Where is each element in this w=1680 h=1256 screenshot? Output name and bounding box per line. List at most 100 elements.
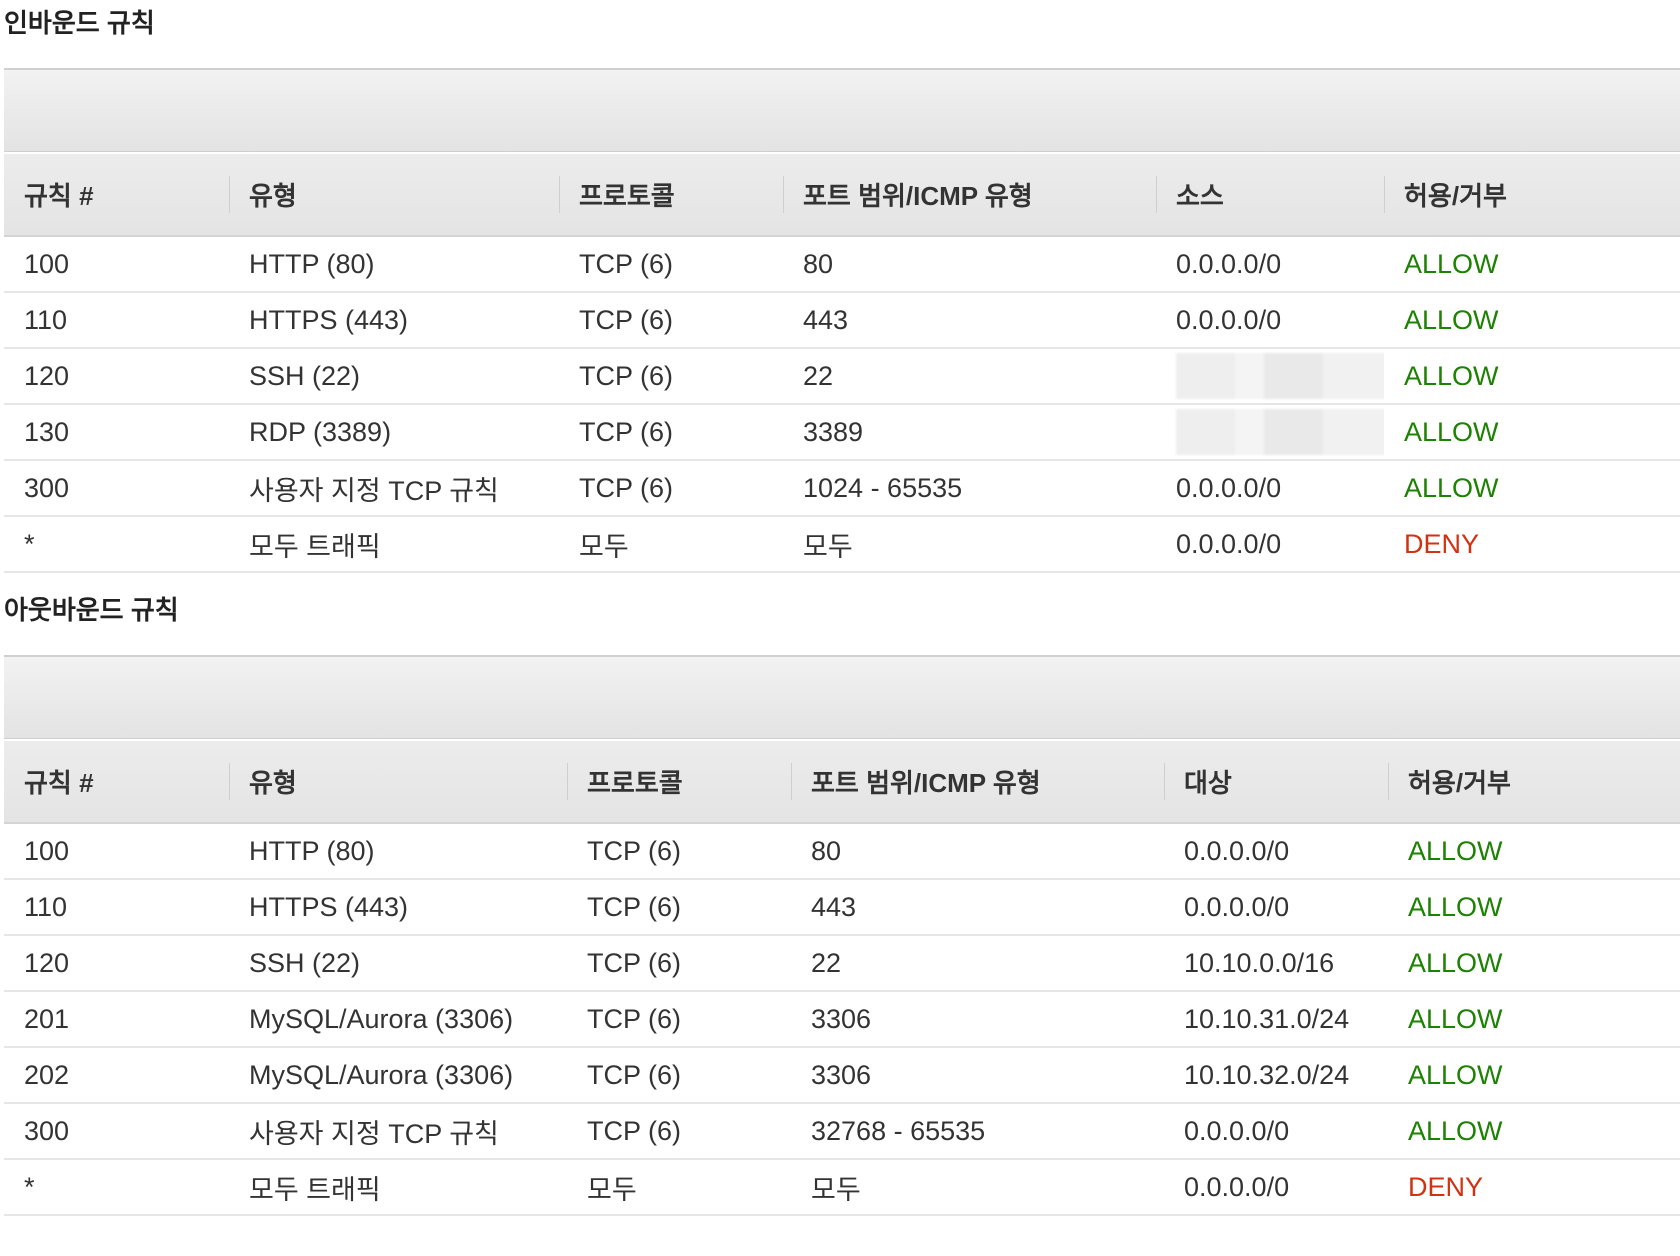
action-cell: DENY	[1384, 516, 1680, 573]
column-header-type[interactable]: 유형	[229, 154, 559, 237]
source-cell	[1156, 348, 1384, 405]
column-header-port-range[interactable]: 포트 범위/ICMP 유형	[791, 741, 1164, 824]
action-cell: ALLOW	[1388, 879, 1680, 936]
type-cell: HTTPS (443)	[229, 292, 559, 349]
column-header-type[interactable]: 유형	[229, 741, 567, 824]
destination-cell: 0.0.0.0/0	[1164, 823, 1388, 880]
type-cell: SSH (22)	[229, 348, 559, 405]
destination-cell: 0.0.0.0/0	[1164, 1159, 1388, 1216]
rule-number-cell: 130	[4, 404, 229, 461]
column-header-label: 유형	[249, 181, 297, 211]
table-row[interactable]: 202 MySQL/Aurora (3306) TCP (6) 3306 10.10.3…	[4, 1047, 1680, 1104]
protocol-cell: TCP (6)	[559, 292, 783, 349]
port-range-cell: 22	[791, 935, 1164, 992]
column-header-label: 포트 범위/ICMP 유형	[803, 181, 1033, 211]
column-separator	[1388, 763, 1389, 800]
rule-number-cell: 120	[4, 348, 229, 405]
protocol-cell: TCP (6)	[567, 1103, 791, 1160]
outbound-title: 아웃바운드 규칙	[4, 595, 179, 625]
rule-number-cell: 201	[4, 991, 229, 1048]
column-header-allow-deny[interactable]: 허용/거부	[1388, 741, 1680, 824]
port-range-cell: 443	[783, 292, 1156, 349]
column-header-label: 소스	[1176, 181, 1224, 211]
table-row[interactable]: * 모두 트래픽 모두 모두 0.0.0.0/0 DENY	[4, 1159, 1680, 1216]
column-header-port-range[interactable]: 포트 범위/ICMP 유형	[783, 154, 1156, 237]
table-row[interactable]: * 모두 트래픽 모두 모두 0.0.0.0/0 DENY	[4, 516, 1680, 573]
destination-cell: 0.0.0.0/0	[1164, 879, 1388, 936]
destination-cell: 10.10.31.0/24	[1164, 991, 1388, 1048]
column-header-rule-number[interactable]: 규칙 #	[4, 741, 229, 824]
table-row[interactable]: 120 SSH (22) TCP (6) 22 ALLOW	[4, 348, 1680, 405]
redacted-address	[1176, 409, 1384, 455]
protocol-cell: TCP (6)	[567, 935, 791, 992]
source-cell	[1156, 404, 1384, 461]
column-separator	[1164, 763, 1165, 800]
column-separator	[559, 176, 560, 213]
column-separator	[1384, 176, 1385, 213]
rule-number-cell: 110	[4, 879, 229, 936]
outbound-section: 아웃바운드 규칙 규칙 # 유형 프로토콜 포트 범위/ICMP 유형 대상 허…	[0, 587, 1680, 1216]
table-row[interactable]: 201 MySQL/Aurora (3306) TCP (6) 3306 10.10.3…	[4, 991, 1680, 1048]
type-cell: MySQL/Aurora (3306)	[229, 991, 567, 1048]
outbound-panel: 규칙 # 유형 프로토콜 포트 범위/ICMP 유형 대상 허용/거부 100 H…	[4, 655, 1680, 1216]
action-cell: ALLOW	[1384, 348, 1680, 405]
table-row[interactable]: 300 사용자 지정 TCP 규칙 TCP (6) 32768 - 65535 0.0.…	[4, 1103, 1680, 1160]
column-header-label: 프로토콜	[579, 181, 675, 211]
rule-number-cell: 120	[4, 935, 229, 992]
outbound-header-row: 규칙 # 유형 프로토콜 포트 범위/ICMP 유형 대상 허용/거부	[4, 741, 1680, 824]
source-cell: 0.0.0.0/0	[1156, 236, 1384, 293]
source-cell: 0.0.0.0/0	[1156, 460, 1384, 517]
port-range-cell: 443	[791, 879, 1164, 936]
column-header-allow-deny[interactable]: 허용/거부	[1384, 154, 1680, 237]
protocol-cell: 모두	[559, 516, 783, 573]
rule-number-cell: 300	[4, 1103, 229, 1160]
rule-number-cell: *	[4, 516, 229, 573]
table-row[interactable]: 120 SSH (22) TCP (6) 22 10.10.0.0/16 ALLOW	[4, 935, 1680, 992]
table-row[interactable]: 300 사용자 지정 TCP 규칙 TCP (6) 1024 - 65535 0.0.0…	[4, 460, 1680, 517]
column-separator	[783, 176, 784, 213]
column-header-protocol[interactable]: 프로토콜	[559, 154, 783, 237]
action-cell: ALLOW	[1388, 991, 1680, 1048]
protocol-cell: TCP (6)	[559, 460, 783, 517]
type-cell: MySQL/Aurora (3306)	[229, 1047, 567, 1104]
column-header-destination[interactable]: 대상	[1164, 741, 1388, 824]
port-range-cell: 32768 - 65535	[791, 1103, 1164, 1160]
type-cell: 모두 트래픽	[229, 1159, 567, 1216]
column-header-label: 허용/거부	[1408, 768, 1511, 798]
action-cell: ALLOW	[1384, 404, 1680, 461]
column-header-protocol[interactable]: 프로토콜	[567, 741, 791, 824]
protocol-cell: TCP (6)	[567, 1047, 791, 1104]
action-cell: ALLOW	[1384, 460, 1680, 517]
protocol-cell: TCP (6)	[567, 991, 791, 1048]
type-cell: 사용자 지정 TCP 규칙	[229, 460, 559, 517]
type-cell: 사용자 지정 TCP 규칙	[229, 1103, 567, 1160]
inbound-title: 인바운드 규칙	[4, 8, 155, 38]
protocol-cell: TCP (6)	[559, 236, 783, 293]
column-separator	[229, 763, 230, 800]
rule-number-cell: 110	[4, 292, 229, 349]
port-range-cell: 3306	[791, 991, 1164, 1048]
rule-number-cell: 300	[4, 460, 229, 517]
column-header-label: 허용/거부	[1404, 181, 1507, 211]
action-cell: ALLOW	[1388, 1103, 1680, 1160]
inbound-section: 인바운드 규칙 규칙 # 유형 프로토콜 포트 범위/ICMP 유형 소스 허용…	[0, 0, 1680, 573]
rule-number-cell: *	[4, 1159, 229, 1216]
table-row[interactable]: 110 HTTPS (443) TCP (6) 443 0.0.0.0/0 ALLOW	[4, 879, 1680, 936]
port-range-cell: 3389	[783, 404, 1156, 461]
column-header-rule-number[interactable]: 규칙 #	[4, 154, 229, 237]
table-row[interactable]: 110 HTTPS (443) TCP (6) 443 0.0.0.0/0 ALLOW	[4, 292, 1680, 349]
inbound-table-body: 100 HTTP (80) TCP (6) 80 0.0.0.0/0 ALLOW 110 HT…	[4, 236, 1680, 573]
source-cell: 0.0.0.0/0	[1156, 292, 1384, 349]
type-cell: HTTP (80)	[229, 823, 567, 880]
table-row[interactable]: 100 HTTP (80) TCP (6) 80 0.0.0.0/0 ALLOW	[4, 823, 1680, 880]
port-range-cell: 80	[783, 236, 1156, 293]
type-cell: SSH (22)	[229, 935, 567, 992]
table-row[interactable]: 100 HTTP (80) TCP (6) 80 0.0.0.0/0 ALLOW	[4, 236, 1680, 293]
column-header-source[interactable]: 소스	[1156, 154, 1384, 237]
outbound-table-body: 100 HTTP (80) TCP (6) 80 0.0.0.0/0 ALLOW 110 HT…	[4, 823, 1680, 1216]
column-header-label: 유형	[249, 768, 297, 798]
table-row[interactable]: 130 RDP (3389) TCP (6) 3389 ALLOW	[4, 404, 1680, 461]
action-cell: ALLOW	[1388, 1047, 1680, 1104]
protocol-cell: TCP (6)	[559, 404, 783, 461]
type-cell: HTTP (80)	[229, 236, 559, 293]
